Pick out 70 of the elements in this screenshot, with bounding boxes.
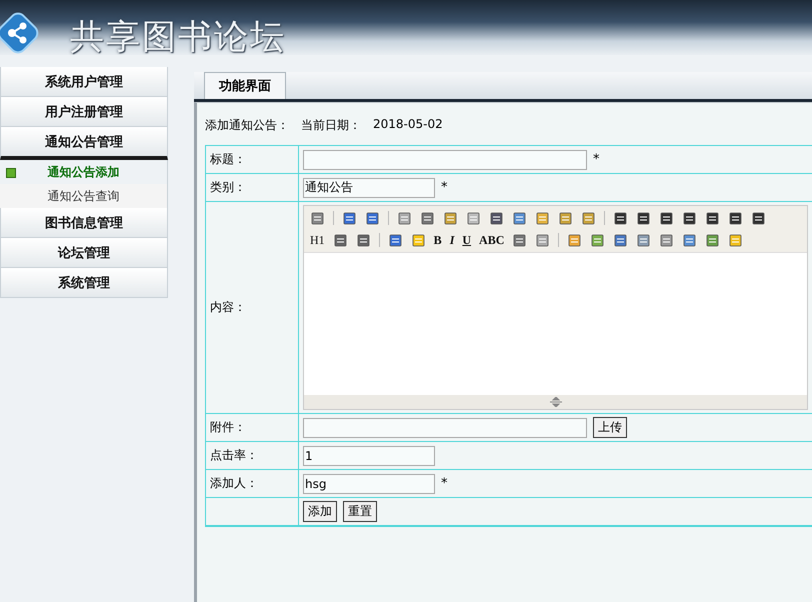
field-label: 内容： (206, 202, 299, 414)
site-title: 共享图书论坛 (70, 18, 286, 58)
toolbar-icon[interactable] (682, 232, 698, 248)
toolbar-icon[interactable] (728, 210, 743, 226)
sidebar-item[interactable]: 系统管理 (0, 268, 168, 298)
form-button[interactable]: 添加 (303, 501, 337, 522)
text-field[interactable]: 1 (303, 446, 435, 466)
form-heading: 添加通知公告： (205, 117, 289, 134)
toolbar-icon[interactable] (466, 210, 481, 226)
upload-button[interactable]: 上传 (593, 417, 627, 438)
format-button[interactable]: B (434, 232, 442, 248)
sidebar-item[interactable]: 用户注册管理 (0, 97, 168, 127)
text-field[interactable]: hsg (303, 474, 435, 494)
field-label: 标题： (206, 146, 299, 174)
format-button[interactable]: U (462, 232, 472, 248)
toolbar-icon[interactable] (535, 210, 550, 226)
sidebar-subitem[interactable]: 通知公告查询 (0, 184, 168, 208)
field-label: 类别： (206, 174, 299, 202)
form-button[interactable]: 重置 (343, 501, 377, 522)
bullet-icon (6, 168, 16, 178)
toolbar-icon[interactable] (332, 232, 348, 248)
date-value: 2018-05-02 (373, 117, 443, 133)
toolbar-icon[interactable] (613, 232, 628, 248)
field-label: 点击率： (206, 442, 299, 470)
toolbar-icon[interactable] (365, 210, 380, 226)
toolbar-icon[interactable] (489, 210, 504, 226)
date-label: 当前日期： (301, 117, 361, 134)
toolbar-icon[interactable] (342, 210, 357, 226)
format-button[interactable]: I (450, 232, 454, 248)
toolbar-icon[interactable] (512, 232, 528, 248)
toolbar-icon[interactable] (590, 232, 606, 248)
toolbar-icon[interactable] (613, 210, 628, 226)
heading-button[interactable]: H1 (310, 232, 325, 248)
toolbar-icon[interactable] (682, 210, 697, 226)
toolbar-icon[interactable] (581, 210, 596, 226)
format-button[interactable]: ABC (479, 232, 504, 248)
text-field[interactable]: 通知公告 (303, 178, 435, 198)
toolbar-icon[interactable] (659, 210, 674, 226)
sidebar-item[interactable]: 通知公告管理 (0, 127, 168, 160)
rich-text-editor[interactable]: H1 B I U ABC (303, 205, 808, 410)
toolbar-icon[interactable] (310, 210, 325, 226)
resize-handle[interactable] (304, 395, 807, 409)
text-field[interactable] (303, 150, 587, 170)
toolbar-icon[interactable] (636, 210, 651, 226)
toolbar-icon[interactable] (443, 210, 458, 226)
toolbar-icon[interactable] (567, 232, 582, 248)
file-path-field[interactable] (303, 418, 587, 438)
resize-icon[interactable] (548, 397, 562, 407)
toolbar-icon[interactable] (420, 210, 435, 226)
toolbar-icon[interactable] (705, 232, 720, 248)
toolbar-icon[interactable] (558, 210, 573, 226)
toolbar-icon[interactable] (728, 232, 744, 248)
toolbar-icon[interactable] (512, 210, 527, 226)
toolbar-icon[interactable] (397, 210, 412, 226)
sidebar-item[interactable]: 图书信息管理 (0, 208, 168, 238)
toolbar-icon[interactable] (705, 210, 720, 226)
toolbar-icon[interactable] (751, 210, 766, 226)
toolbar-icon[interactable] (636, 232, 652, 248)
toolbar-icon[interactable] (356, 232, 371, 248)
required-mark: * (441, 476, 448, 491)
toolbar-icon[interactable] (659, 232, 674, 248)
sidebar-item[interactable]: 论坛管理 (0, 238, 168, 268)
sidebar-item[interactable]: 系统用户管理 (0, 67, 168, 97)
required-mark: * (441, 180, 448, 195)
toolbar-icon[interactable] (388, 232, 403, 248)
toolbar-icon[interactable] (535, 232, 550, 248)
required-mark: * (593, 152, 600, 167)
field-label: 附件： (206, 414, 299, 442)
tab[interactable]: 功能界面 (204, 72, 286, 99)
field-label: 添加人： (206, 470, 299, 498)
